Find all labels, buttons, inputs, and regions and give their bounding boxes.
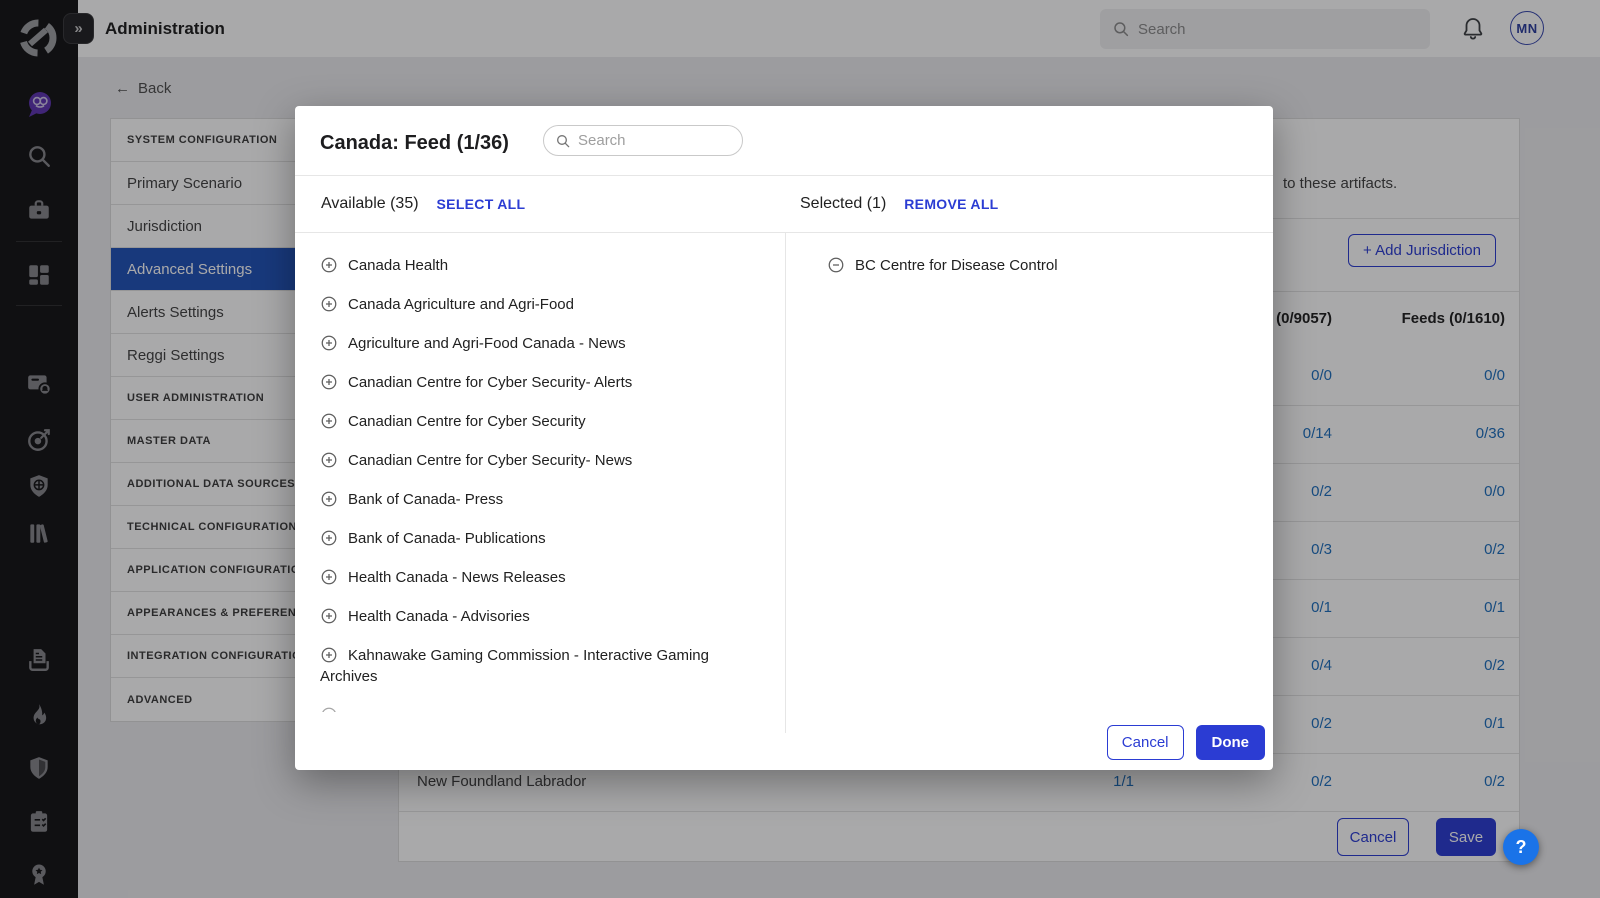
- feed-picker-dialog: Canada: Feed (1/36) Available (35) SELEC…: [295, 106, 1273, 770]
- add-circle-icon[interactable]: [320, 451, 338, 469]
- item-label: Agriculture and Agri-Food Canada - News: [348, 335, 626, 352]
- add-circle-icon[interactable]: [320, 529, 338, 547]
- selected-item[interactable]: BC Centre for Disease Control: [785, 246, 1273, 285]
- available-item[interactable]: Canadian Centre for Cyber Security: [295, 402, 785, 441]
- available-item-clipped[interactable]: [295, 696, 785, 712]
- dialog-search-input[interactable]: [544, 126, 742, 155]
- item-label: Bank of Canada- Publications: [348, 530, 546, 547]
- available-item[interactable]: Health Canada - Advisories: [295, 597, 785, 636]
- item-label: Kahnawake Gaming Commission - Interactiv…: [320, 647, 709, 685]
- help-button[interactable]: ?: [1503, 829, 1539, 865]
- available-item[interactable]: Health Canada - News Releases: [295, 558, 785, 597]
- add-circle-icon[interactable]: [320, 334, 338, 352]
- available-item[interactable]: Canada Health: [295, 246, 785, 285]
- selected-list[interactable]: BC Centre for Disease Control: [785, 232, 1273, 712]
- add-circle-icon[interactable]: [320, 412, 338, 430]
- item-label: Canadian Centre for Cyber Security- Aler…: [348, 374, 632, 391]
- available-item[interactable]: Bank of Canada- Publications: [295, 519, 785, 558]
- available-count-label: Available (35): [321, 195, 419, 213]
- item-label: Canada Agriculture and Agri-Food: [348, 296, 574, 313]
- remove-all-link[interactable]: REMOVE ALL: [904, 196, 998, 212]
- add-circle-icon[interactable]: [320, 706, 338, 712]
- add-circle-icon[interactable]: [320, 256, 338, 274]
- item-label: Health Canada - Advisories: [348, 608, 530, 625]
- available-item[interactable]: Kahnawake Gaming Commission - Interactiv…: [295, 636, 785, 696]
- available-header: Available (35) SELECT ALL: [321, 175, 525, 232]
- remove-circle-icon[interactable]: [827, 256, 845, 274]
- available-list[interactable]: Canada Health Canada Agriculture and Agr…: [295, 232, 785, 712]
- available-item[interactable]: Bank of Canada- Press: [295, 480, 785, 519]
- item-label: BC Centre for Disease Control: [855, 257, 1058, 274]
- available-item[interactable]: Canada Agriculture and Agri-Food: [295, 285, 785, 324]
- available-item[interactable]: Canadian Centre for Cyber Security- News: [295, 441, 785, 480]
- selected-count-label: Selected (1): [800, 195, 886, 213]
- add-circle-icon[interactable]: [320, 490, 338, 508]
- add-circle-icon[interactable]: [320, 568, 338, 586]
- item-label: Health Canada - News Releases: [348, 569, 566, 586]
- add-circle-icon[interactable]: [320, 646, 338, 664]
- selected-header: Selected (1) REMOVE ALL: [800, 175, 999, 232]
- item-label: Canadian Centre for Cyber Security: [348, 413, 586, 430]
- add-circle-icon[interactable]: [320, 373, 338, 391]
- available-item[interactable]: Canadian Centre for Cyber Security- Aler…: [295, 363, 785, 402]
- add-circle-icon[interactable]: [320, 295, 338, 313]
- item-label: Canada Health: [348, 257, 448, 274]
- item-label: Canadian Centre for Cyber Security- News: [348, 452, 632, 469]
- dialog-footer: Cancel Done: [1107, 725, 1265, 760]
- available-item[interactable]: Agriculture and Agri-Food Canada - News: [295, 324, 785, 363]
- select-all-link[interactable]: SELECT ALL: [437, 196, 526, 212]
- add-circle-icon[interactable]: [320, 607, 338, 625]
- item-label: Bank of Canada- Press: [348, 491, 503, 508]
- dialog-done-button[interactable]: Done: [1196, 725, 1266, 760]
- dialog-cancel-button[interactable]: Cancel: [1107, 725, 1184, 760]
- dialog-title: Canada: Feed (1/36): [320, 132, 509, 155]
- dialog-search[interactable]: [543, 125, 743, 156]
